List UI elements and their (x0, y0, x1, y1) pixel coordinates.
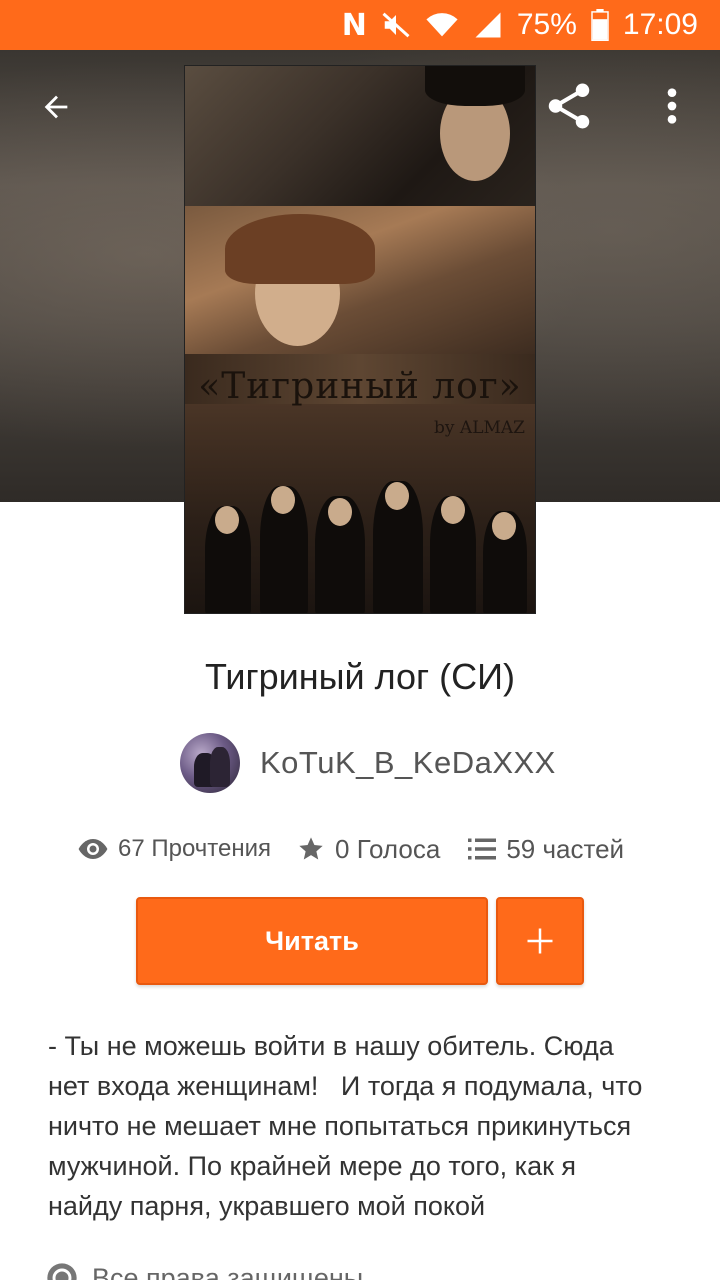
mute-icon (381, 8, 411, 42)
nfc-icon: N (341, 7, 367, 43)
clock: 17:09 (622, 8, 698, 41)
stats-row: 67 Прочтения 0 Голоса 59 частей (78, 828, 624, 870)
add-to-library-button[interactable] (496, 897, 584, 985)
cover-face (441, 496, 465, 524)
reads-count: 67 Прочтения (118, 835, 272, 862)
avatar[interactable] (180, 733, 240, 793)
status-bar-right: N 75% 17:09 (342, 0, 698, 50)
more-options-button[interactable] (648, 78, 696, 134)
status-bar: N 75% 17:09 (0, 0, 720, 50)
battery-percent: 75% (516, 8, 577, 41)
share-button[interactable] (538, 76, 600, 136)
story-title: Тигриный лог (СИ) (204, 656, 516, 697)
back-button[interactable] (26, 82, 86, 132)
book-cover[interactable]: «Тигриный лог» by ALMAZ (184, 65, 536, 614)
cover-face (385, 482, 409, 510)
cover-face (271, 486, 295, 514)
cover-face (492, 512, 516, 540)
share-icon (548, 83, 590, 129)
copyright-text: Все права защищены (92, 1262, 364, 1280)
cover-title-text: «Тигриный лог» (198, 366, 522, 407)
parts-count: 59 частей (506, 833, 625, 864)
copyright-icon (47, 1263, 77, 1280)
story-description: - Ты не можешь войти в нашу обитель. Сюд… (48, 1031, 643, 1221)
copyright-row: Все права защищены (46, 1262, 363, 1280)
list-icon (468, 838, 497, 860)
more-vert-icon (667, 88, 677, 124)
star-icon (299, 837, 323, 860)
battery-icon (591, 8, 609, 42)
parts-stat: 59 частей (468, 834, 624, 865)
votes-stat: 0 Голоса (297, 834, 440, 865)
votes-count: 0 Голоса (335, 833, 441, 864)
plus-icon (527, 928, 553, 954)
cover-hair-woman (225, 214, 375, 284)
avatar-figure (210, 747, 230, 787)
arrow-back-icon (44, 95, 68, 119)
read-button[interactable]: Читать (136, 897, 488, 985)
cover-hair-man (425, 66, 525, 106)
cover-face (215, 506, 239, 534)
cover-byline: by ALMAZ (434, 418, 525, 438)
author-name[interactable]: KoTuK_B_KeDaXXX (260, 745, 556, 781)
cover-face (328, 498, 352, 526)
author-row[interactable]: KoTuK_B_KeDaXXX (180, 733, 556, 793)
eye-icon (78, 839, 108, 859)
signal-icon (473, 8, 503, 42)
wifi-icon (425, 8, 459, 42)
reads-stat: 67 Прочтения (78, 835, 271, 863)
